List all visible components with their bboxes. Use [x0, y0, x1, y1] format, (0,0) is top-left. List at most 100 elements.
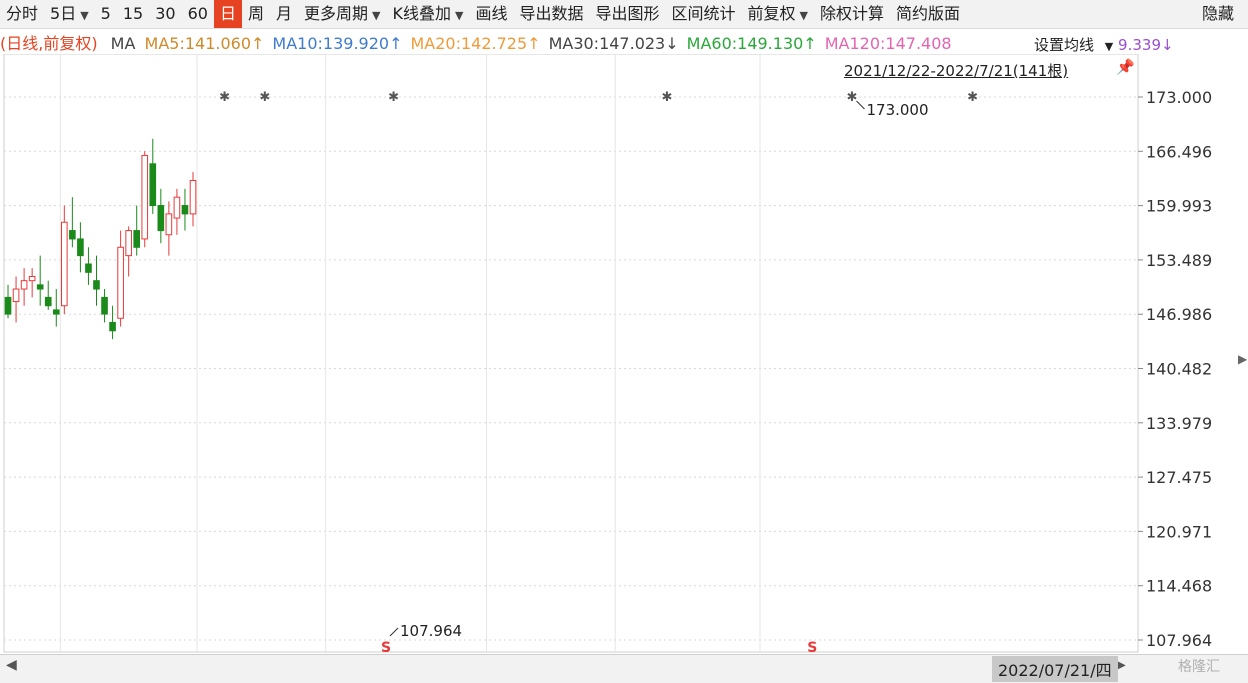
- event-marker-icon[interactable]: ✱: [219, 90, 230, 105]
- toolbar-item-4[interactable]: 30: [149, 0, 181, 28]
- ma-settings-label: 设置均线: [1034, 36, 1095, 54]
- expand-panel-icon[interactable]: ▶: [1238, 352, 1247, 366]
- toolbar-item-3[interactable]: 15: [117, 0, 149, 28]
- event-marker-icon[interactable]: ✱: [846, 90, 857, 105]
- candle-body[interactable]: [52, 309, 60, 315]
- y-tick-label: 173.000: [1146, 88, 1212, 107]
- toolbar-item-1[interactable]: 5日 ▼: [44, 0, 95, 28]
- toolbar-item-6[interactable]: 日: [213, 0, 242, 28]
- toolbar-item-10[interactable]: K线叠加 ▼: [386, 0, 469, 28]
- toolbar-item-5[interactable]: 60: [182, 0, 214, 28]
- toolbar-item-16[interactable]: 除权计算: [814, 0, 890, 28]
- toolbar-item-13[interactable]: 导出图形: [589, 0, 665, 28]
- max-price-label: 173.000: [866, 101, 928, 119]
- y-tick-label: 146.986: [1146, 305, 1212, 324]
- toolbar-item-7[interactable]: 周: [242, 0, 270, 28]
- toolbar-item-0[interactable]: 分时: [0, 0, 44, 28]
- candle-body[interactable]: [125, 230, 132, 257]
- ma-value-2: MA20:142.725↑: [410, 34, 541, 53]
- y-tick-label: 133.979: [1146, 414, 1212, 433]
- y-tick-label: 120.971: [1146, 522, 1212, 541]
- toolbar-item-label: 导出数据: [519, 4, 584, 23]
- ma-legend-label: MA: [110, 34, 136, 53]
- time-axis-bar: ◀ ▶ 2022/07/21/四: [0, 654, 1248, 683]
- candle-body[interactable]: [36, 284, 44, 290]
- chevron-down-icon: ▼: [372, 9, 381, 22]
- y-tick-label: 153.489: [1146, 251, 1212, 270]
- candle-body[interactable]: [85, 263, 92, 273]
- candle-body[interactable]: [157, 205, 165, 232]
- hide-button[interactable]: 隐藏: [1196, 0, 1240, 28]
- ma-value-0: MA5:141.060↑: [144, 34, 265, 53]
- y-tick-label: 159.993: [1146, 197, 1212, 216]
- toolbar-item-label: 分时: [6, 4, 39, 23]
- ma-value-5: MA120:147.408: [824, 34, 952, 53]
- ma250-value: 9.339↓: [1118, 36, 1174, 54]
- candle-body[interactable]: [181, 205, 189, 215]
- candle-body[interactable]: [69, 230, 76, 240]
- candle-body[interactable]: [109, 321, 116, 332]
- candle-body[interactable]: [77, 238, 84, 257]
- candle-body[interactable]: [20, 280, 28, 290]
- y-tick-label: 127.475: [1146, 468, 1212, 487]
- ma-value-4: MA60:149.130↑: [686, 34, 817, 53]
- event-marker-icon[interactable]: ✱: [967, 90, 978, 105]
- ma-legend: (日线,前复权) MA MA5:141.060↑ MA10:139.920↑ MA2…: [0, 30, 1140, 54]
- toolbar-item-label: 简约版面: [896, 4, 961, 23]
- toolbar-item-label: 更多周期: [303, 4, 368, 23]
- candle-body[interactable]: [117, 246, 124, 319]
- toolbar-item-17[interactable]: 简约版面: [890, 0, 966, 28]
- y-tick-label: 166.496: [1146, 142, 1212, 161]
- toolbar-item-label: 60: [187, 4, 208, 23]
- toolbar-item-14[interactable]: 区间统计: [665, 0, 741, 28]
- toolbar-item-8[interactable]: 月: [270, 0, 298, 28]
- date-readout: 2022/07/21/四: [992, 656, 1118, 682]
- plot-frame: [3, 54, 1139, 653]
- toolbar-item-label: 周: [247, 4, 264, 23]
- candle-body[interactable]: [165, 213, 173, 236]
- toolbar-item-9[interactable]: 更多周期 ▼: [298, 0, 386, 28]
- y-tick-label: 140.482: [1146, 360, 1212, 379]
- toolbar-item-11[interactable]: 画线: [469, 0, 513, 28]
- ma-settings-dropdown[interactable]: 设置均线 ▼ 9.339↓: [1030, 34, 1178, 55]
- ma-value-1: MA10:139.920↑: [272, 34, 403, 53]
- toolbar-item-label: 月: [275, 4, 292, 23]
- toolbar-item-label: 15: [122, 4, 144, 23]
- candle-body[interactable]: [44, 296, 52, 307]
- candle-body[interactable]: [133, 230, 141, 248]
- candle-body[interactable]: [28, 276, 36, 282]
- watermark-logo: 格隆汇: [1178, 659, 1220, 675]
- event-marker-icon[interactable]: ✱: [662, 90, 673, 105]
- ma-value-3: MA30:147.023↓: [548, 34, 679, 53]
- candle-body[interactable]: [149, 163, 157, 207]
- chevron-down-icon: ▼: [454, 9, 464, 22]
- y-tick-label: 114.468: [1146, 577, 1212, 596]
- event-marker-icon[interactable]: ✱: [259, 90, 270, 105]
- toolbar-item-12[interactable]: 导出数据: [513, 0, 589, 28]
- s-marker-icon[interactable]: S: [807, 640, 817, 654]
- y-tick-label: 107.964: [1146, 631, 1212, 650]
- toolbar-item-label: 导出图形: [595, 4, 660, 23]
- candle-body[interactable]: [173, 196, 181, 219]
- candle-body[interactable]: [189, 179, 197, 215]
- candle-body[interactable]: [61, 221, 68, 307]
- candle-body[interactable]: [141, 154, 149, 240]
- candle-body[interactable]: [101, 296, 108, 315]
- chevron-down-icon: ▼: [1104, 40, 1114, 53]
- toolbar-item-label: 除权计算: [819, 4, 884, 23]
- s-marker-icon[interactable]: S: [381, 640, 391, 654]
- toolbar-item-label: 区间统计: [671, 4, 736, 23]
- event-marker-icon[interactable]: ✱: [388, 90, 399, 105]
- candlestick-chart[interactable]: 173.000 166.496 159.993 153.489 146.986 140.4…: [0, 54, 1248, 654]
- candle-body[interactable]: [12, 288, 20, 303]
- toolbar-item-label: 日: [219, 4, 236, 23]
- toolbar-item-2[interactable]: 5: [95, 0, 117, 28]
- scroll-left-icon[interactable]: ◀: [6, 657, 17, 673]
- candle-body[interactable]: [93, 280, 100, 290]
- candle-body[interactable]: [4, 296, 12, 315]
- toolbar-item-15[interactable]: 前复权 ▼: [742, 0, 814, 28]
- chart-toolbar: 分时 5日 ▼ 5 15 30 60 日周月更多周期 ▼ K线叠加 ▼ 画线 导出数据 导出图形 区间统计前…: [0, 0, 1248, 29]
- toolbar-item-label: 5: [100, 4, 111, 23]
- toolbar-item-label: K线叠加: [392, 4, 451, 23]
- ma-legend-prefix: (日线,前复权): [0, 34, 98, 53]
